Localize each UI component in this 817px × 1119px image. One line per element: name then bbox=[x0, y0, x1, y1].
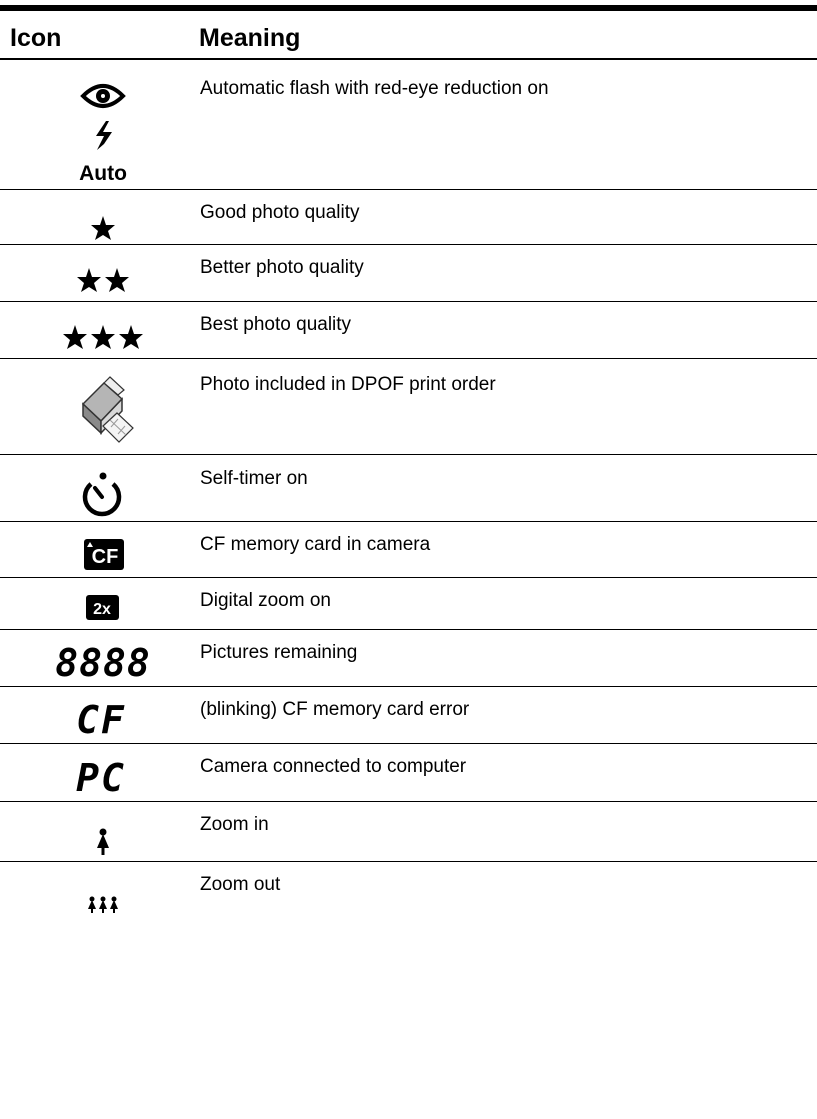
svg-text:8888: 8888 bbox=[55, 641, 151, 685]
zoom-in-icon bbox=[0, 802, 199, 861]
digital-zoom-icon: 2x bbox=[0, 578, 199, 629]
meaning-text: Best photo quality bbox=[200, 314, 352, 335]
meaning-text: Pictures remaining bbox=[200, 642, 358, 663]
table-row: Zoom out bbox=[0, 862, 817, 920]
table-row: Best photo quality bbox=[0, 302, 817, 359]
svg-text:Auto: Auto bbox=[79, 162, 127, 185]
svg-text:CF: CF bbox=[92, 546, 119, 568]
meaning-text: (blinking) CF memory card error bbox=[200, 699, 470, 720]
table-header: Icon Meaning bbox=[0, 11, 817, 60]
svg-text:2x: 2x bbox=[93, 601, 111, 618]
meaning-text: CF memory card in camera bbox=[200, 534, 431, 555]
header-icon: Icon bbox=[10, 24, 62, 52]
table-row: Auto Automatic flash with red-eye reduct… bbox=[0, 60, 817, 190]
red-eye-auto-flash-icon: Auto bbox=[0, 60, 199, 189]
table-row: 2x Digital zoom on bbox=[0, 578, 817, 630]
meaning-text: Good photo quality bbox=[200, 202, 360, 223]
table-row: CF CF memory card in camera bbox=[0, 522, 817, 578]
header-meaning: Meaning bbox=[199, 24, 301, 52]
svg-text:CF: CF bbox=[76, 698, 126, 742]
printer-icon bbox=[0, 359, 199, 454]
zoom-out-icon bbox=[0, 862, 199, 920]
meaning-text: Automatic flash with red-eye reduction o… bbox=[200, 78, 549, 99]
table-row: Better photo quality bbox=[0, 245, 817, 302]
table-row: Good photo quality bbox=[0, 190, 817, 245]
three-stars-icon bbox=[0, 302, 199, 358]
segment-cf-icon: CF bbox=[0, 687, 199, 743]
table-row: PC Camera connected to computer bbox=[0, 744, 817, 802]
meaning-text: Zoom out bbox=[200, 874, 281, 895]
table-row: Photo included in DPOF print order bbox=[0, 359, 817, 455]
meaning-text: Zoom in bbox=[200, 814, 269, 835]
table-row: CF (blinking) CF memory card error bbox=[0, 687, 817, 744]
table-row: Self-timer on bbox=[0, 455, 817, 522]
table-row: Zoom in bbox=[0, 802, 817, 862]
one-star-icon bbox=[0, 190, 199, 244]
table-row: 8888 Pictures remaining bbox=[0, 630, 817, 687]
svg-text:PC: PC bbox=[76, 756, 126, 800]
meaning-text: Digital zoom on bbox=[200, 590, 331, 611]
segment-pc-icon: PC bbox=[0, 744, 199, 801]
segment-8888-icon: 8888 bbox=[0, 630, 199, 686]
cf-card-icon: CF bbox=[0, 522, 199, 577]
self-timer-icon bbox=[0, 455, 199, 521]
meaning-text: Photo included in DPOF print order bbox=[200, 374, 496, 395]
icon-legend-page: Icon Meaning Auto Automatic flash with r… bbox=[0, 0, 817, 1119]
meaning-text: Better photo quality bbox=[200, 257, 364, 278]
meaning-text: Self-timer on bbox=[200, 468, 308, 489]
meaning-text: Camera connected to computer bbox=[200, 756, 467, 777]
two-stars-icon bbox=[0, 245, 199, 301]
